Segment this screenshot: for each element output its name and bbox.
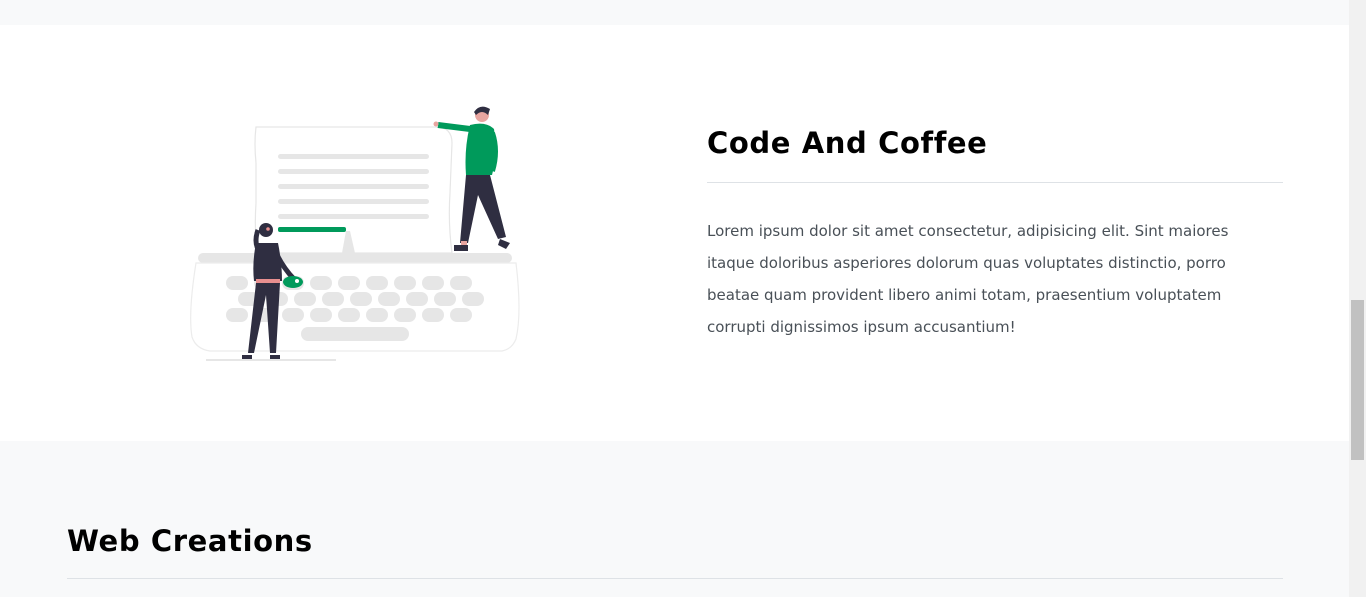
about-divider: [707, 182, 1283, 183]
about-section: Code And Coffee Lorem ipsum dolor sit am…: [0, 25, 1349, 441]
scrollbar-thumb[interactable]: [1351, 300, 1364, 460]
web-creations-section: Web Creations: [0, 441, 1349, 597]
typewriter-people-illustration: [186, 103, 526, 365]
page-scrollbar[interactable]: [1349, 0, 1366, 597]
web-creations-divider: [67, 578, 1283, 579]
previous-section-edge: [0, 0, 1349, 25]
about-title: Code And Coffee: [707, 126, 988, 160]
web-creations-title: Web Creations: [67, 524, 313, 558]
about-description: Lorem ipsum dolor sit amet consectetur, …: [707, 222, 1229, 336]
